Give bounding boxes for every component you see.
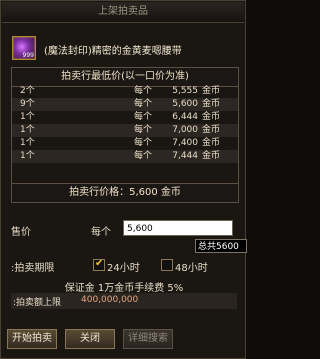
item-name: (魔法封印)精密的金黄麦嗯腰带 bbox=[44, 46, 182, 57]
listing-qty: 9个 bbox=[20, 99, 35, 109]
total-tooltip: 总共5600 bbox=[195, 239, 247, 253]
listing-qty: 1个 bbox=[20, 138, 35, 148]
listing-each: 每个 bbox=[134, 151, 153, 161]
listing-unit: 金币 bbox=[202, 125, 221, 135]
check-icon: ✔ bbox=[95, 258, 104, 269]
period-label: :拍卖期限 bbox=[11, 263, 55, 274]
listing-row[interactable]: 2个 每个 5,555 金币 bbox=[12, 85, 238, 98]
listing-price: 7,444 bbox=[172, 151, 198, 161]
listing-row[interactable]: 9个 每个 5,600 金币 bbox=[12, 98, 238, 111]
listing-unit: 金币 bbox=[202, 99, 221, 109]
listing-each: 每个 bbox=[134, 138, 153, 148]
listing-price: 7,400 bbox=[172, 138, 198, 148]
period-24h-label[interactable]: 24小时 bbox=[107, 259, 140, 274]
listing-list: 2个 每个 5,555 金币 9个 每个 5,600 金币 1个 每个 6,44… bbox=[11, 85, 239, 183]
listing-qty: 2个 bbox=[20, 86, 35, 96]
lowest-price-header: 拍卖行最低价(以一口价为准) bbox=[11, 67, 239, 87]
period-48h-label[interactable]: 48小时 bbox=[175, 259, 208, 274]
listing-unit: 金币 bbox=[202, 112, 221, 122]
listing-each: 每个 bbox=[134, 125, 153, 135]
limit-value: 400,000,000 bbox=[81, 295, 139, 305]
listing-each: 每个 bbox=[134, 112, 153, 122]
listing-row[interactable]: 1个 每个 7,444 金币 bbox=[12, 150, 238, 163]
start-auction-button[interactable]: 开始拍卖 bbox=[7, 329, 57, 349]
listing-qty: 1个 bbox=[20, 125, 35, 135]
item-count: 999 bbox=[22, 52, 34, 59]
listing-price: 6,444 bbox=[172, 112, 198, 122]
listing-unit: 金币 bbox=[202, 138, 221, 148]
period-48h-checkbox[interactable] bbox=[161, 259, 173, 271]
listing-price: 7,000 bbox=[172, 125, 198, 135]
listing-unit: 金币 bbox=[202, 151, 221, 161]
listing-each: 每个 bbox=[134, 99, 153, 109]
listing-row[interactable]: 1个 每个 7,400 金币 bbox=[12, 137, 238, 150]
listing-row[interactable]: 1个 每个 7,000 金币 bbox=[12, 124, 238, 137]
listing-each: 每个 bbox=[134, 86, 153, 96]
listing-row[interactable]: 1个 每个 6,444 金币 bbox=[12, 111, 238, 124]
listing-qty: 1个 bbox=[20, 151, 35, 161]
auction-listing-window: 上架拍卖品 999 (魔法封印)精密的金黄麦嗯腰带 拍卖行最低价(以一口价为准)… bbox=[0, 0, 247, 359]
period-24h-checkbox[interactable]: ✔ bbox=[93, 258, 105, 271]
item-info: 999 (魔法封印)精密的金黄麦嗯腰带 bbox=[9, 35, 239, 61]
listing-qty: 1个 bbox=[20, 112, 35, 122]
fee-text: 保证金 1万金币手续费 5% bbox=[64, 283, 184, 294]
listing-unit: 金币 bbox=[202, 86, 221, 96]
window-title: 上架拍卖品 bbox=[2, 2, 244, 23]
listing-price: 5,555 bbox=[172, 86, 198, 96]
sell-label: 售价 bbox=[11, 227, 31, 238]
item-icon[interactable]: 999 bbox=[12, 36, 36, 60]
sell-price-input[interactable]: 5,600 bbox=[123, 220, 233, 236]
auction-price-summary: 拍卖行价格：5,600 金币 bbox=[11, 183, 239, 203]
close-button[interactable]: 关闭 bbox=[65, 329, 115, 349]
per-label: 每个 bbox=[91, 227, 111, 238]
limit-row: :拍卖额上限 400,000,000 bbox=[11, 293, 237, 309]
detailed-search-button[interactable]: 详细搜索 bbox=[123, 329, 173, 349]
listing-price: 5,600 bbox=[172, 99, 198, 109]
limit-label: :拍卖额上限 bbox=[13, 298, 62, 308]
